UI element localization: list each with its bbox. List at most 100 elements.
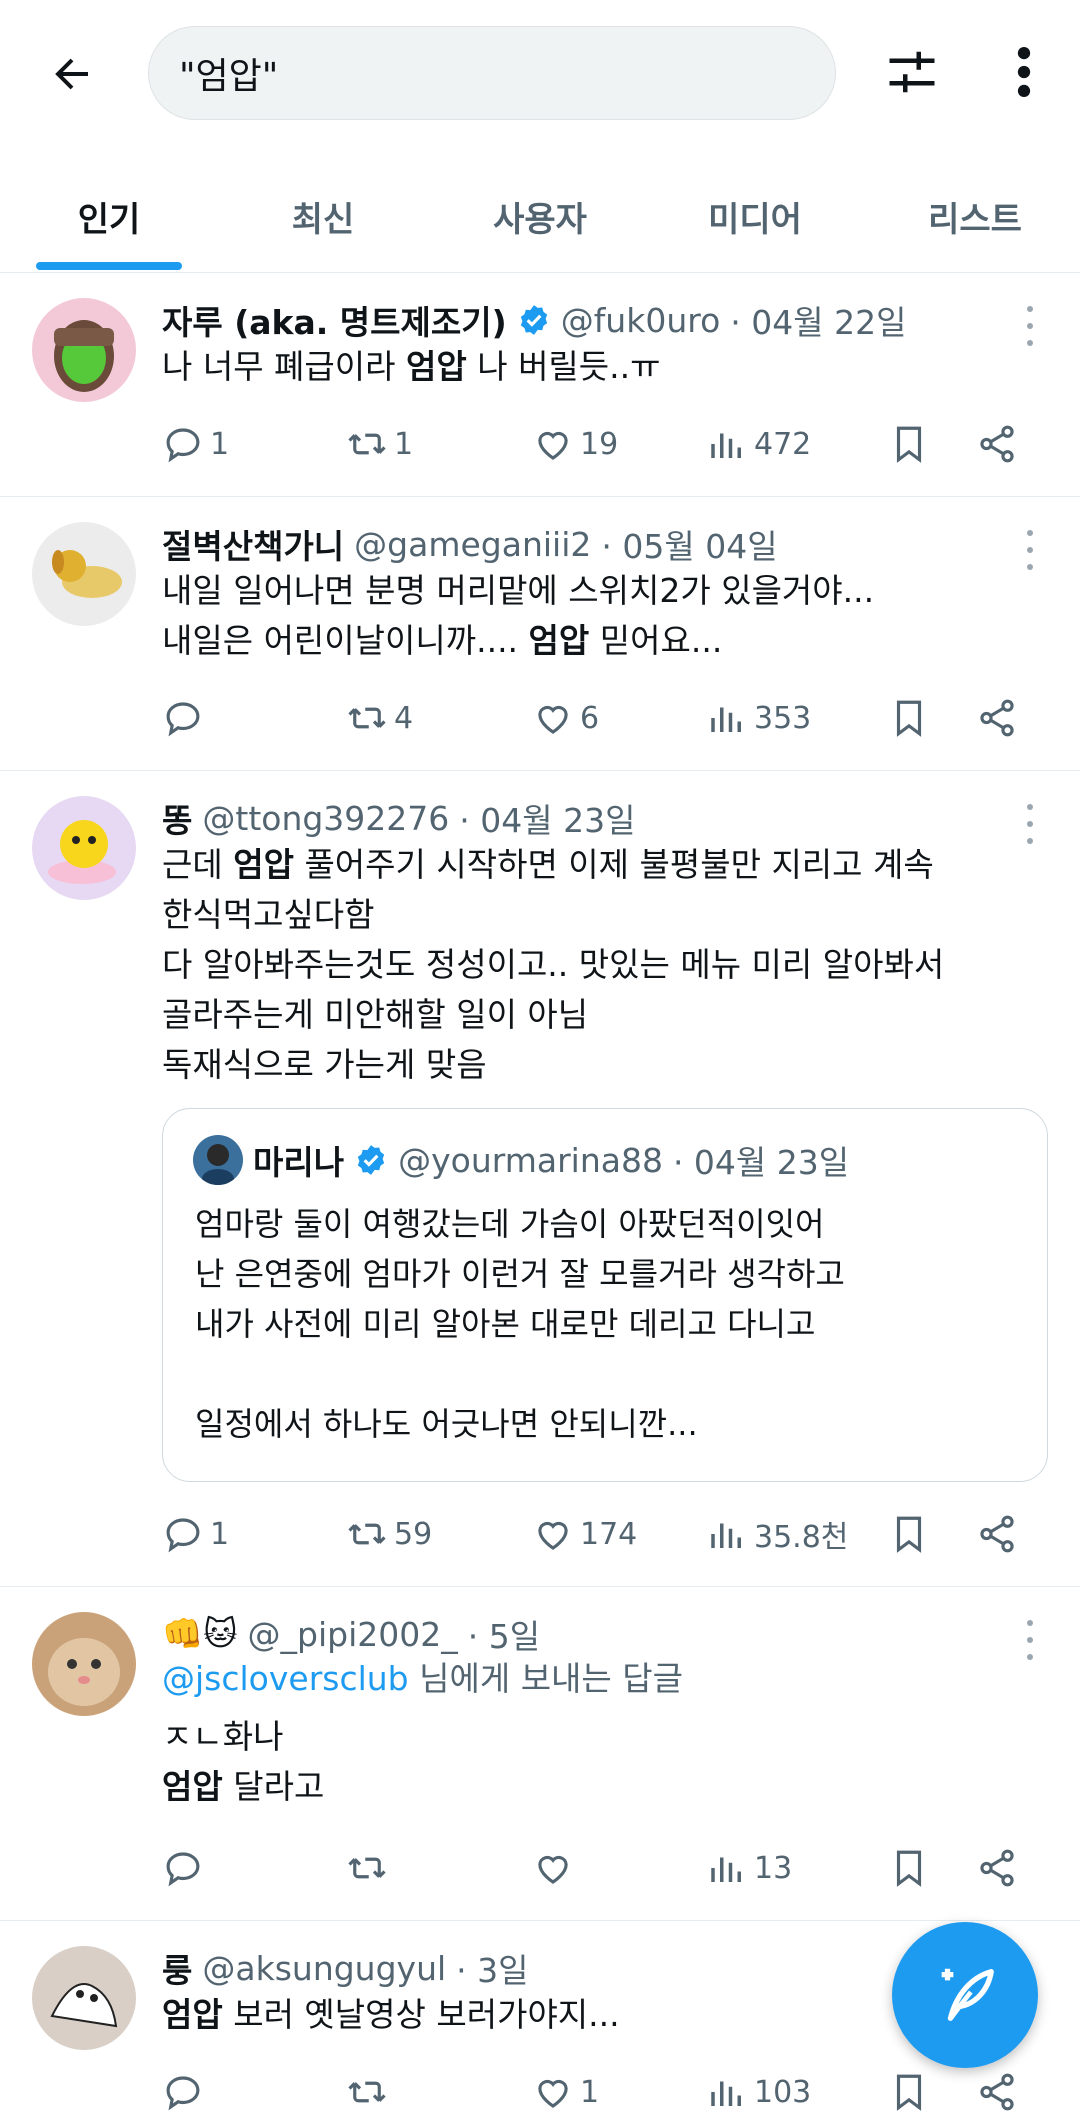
avatar[interactable]	[32, 796, 136, 900]
tab-people[interactable]: 사용자	[460, 160, 620, 272]
text-line: 내가 사전에 미리 알아본 대로만 데리고 다니고	[195, 1305, 816, 1343]
tweet-more-button[interactable]	[1020, 306, 1040, 346]
quoted-tweet-header: 마리나 @yourmarina88 · 04월 23일	[193, 1135, 849, 1185]
tab-top[interactable]: 인기	[36, 160, 182, 272]
reply-button[interactable]	[162, 1838, 210, 1898]
like-button[interactable]: 174	[532, 1504, 637, 1564]
reply-button[interactable]	[162, 2062, 210, 2122]
bookmark-icon	[896, 1850, 922, 1887]
tweet-actions: 4 6 353	[162, 688, 1042, 748]
author-handle[interactable]: @ttong392276	[202, 799, 449, 838]
compose-tweet-button[interactable]	[892, 1922, 1038, 2068]
author-handle[interactable]: @aksungugyul	[202, 1949, 446, 1988]
retweet-button[interactable]: 4	[346, 688, 413, 748]
quoted-avatar	[193, 1135, 243, 1185]
quoted-tweet[interactable]: 마리나 @yourmarina88 · 04월 23일 엄마랑 둘이 여행갔는데…	[162, 1108, 1048, 1482]
bookmark-icon	[896, 426, 922, 463]
tweet[interactable]: 👊🐱 @_pipi2002_ · 5일 @jscloversclub 님에게 보…	[0, 1586, 1080, 1921]
reply-to-link[interactable]: @jscloversclub	[162, 1659, 409, 1698]
back-button[interactable]	[44, 46, 100, 102]
avatar[interactable]	[32, 1946, 136, 2050]
avatar[interactable]	[32, 298, 136, 402]
views-button[interactable]: 353	[706, 688, 811, 748]
author-handle[interactable]: @fuk0uro	[561, 301, 721, 340]
tweet[interactable]: 절벽산책가니 @gameganiii2 · 05월 04일 내일 일어나면 분명…	[0, 496, 1080, 771]
retweet-icon	[348, 707, 386, 729]
bookmark-button[interactable]	[888, 2062, 930, 2122]
share-button[interactable]	[976, 688, 1018, 748]
tweet[interactable]: 똥 @ttong392276 · 04월 23일 근데 엄압 풀어주기 시작하면…	[0, 770, 1080, 1587]
tweet-time: · 3일	[456, 1951, 529, 1990]
bar-chart-icon	[711, 2081, 741, 2106]
reply-icon	[166, 1518, 200, 1553]
tweet-more-button[interactable]	[1020, 530, 1040, 570]
tab-latest[interactable]: 최신	[250, 160, 396, 272]
bookmark-icon	[896, 1516, 922, 1553]
text-line: 난 은연중에 엄마가 이런거 잘 모를거라 생각하고	[195, 1255, 845, 1293]
reply-button[interactable]	[162, 688, 210, 748]
share-button[interactable]	[976, 414, 1018, 474]
share-icon	[980, 1849, 1014, 1887]
retweet-icon	[348, 1857, 386, 1879]
retweet-button[interactable]: 1	[346, 414, 413, 474]
like-button[interactable]	[532, 1838, 580, 1898]
bookmark-icon	[896, 700, 922, 737]
quoted-author-handle: @yourmarina88	[398, 1140, 663, 1180]
quoted-tweet-time: · 04월 23일	[672, 1143, 850, 1182]
text-line: 엄압 달라고	[162, 1767, 325, 1806]
tweet-text: 근데 엄압 풀어주기 시작하면 이제 불평불만 지리고 계속 한식먹고싶다함 다…	[162, 840, 1042, 1090]
author-name[interactable]: 👊🐱	[162, 1614, 238, 1654]
bookmark-button[interactable]	[888, 414, 930, 474]
more-options-button[interactable]	[1000, 40, 1048, 104]
like-button[interactable]: 19	[532, 414, 618, 474]
text-line: ㅈㄴ화나	[162, 1717, 284, 1756]
reply-button[interactable]: 1	[162, 1504, 229, 1564]
author-name[interactable]: 절벽산책가니	[162, 520, 344, 568]
tweet-actions: 13	[162, 1838, 1042, 1898]
tab-media[interactable]: 미디어	[680, 160, 830, 272]
search-tabs: 인기 최신 사용자 미디어 리스트	[0, 160, 1080, 273]
verified-badge-icon	[357, 1145, 385, 1175]
text-line: 근데 엄압 풀어주기 시작하면 이제 불평불만 지리고 계속	[162, 845, 934, 884]
author-name[interactable]: 자루 (aka. 명트제조기)	[162, 296, 507, 344]
tweet-actions: 1 1 19 472	[162, 414, 1042, 474]
tweet-text: 내일 일어나면 분명 머리맡에 스위치2가 있을거야... 내일은 어린이날이니…	[162, 566, 1042, 666]
like-button[interactable]: 1	[532, 2062, 599, 2122]
share-button[interactable]	[976, 2062, 1018, 2122]
tweet-text: 나 너무 폐급이라 엄압 나 버릴듯..ㅠ	[162, 342, 1042, 392]
search-filter-button[interactable]	[880, 40, 944, 104]
views-button[interactable]: 472	[706, 414, 811, 474]
avatar[interactable]	[32, 522, 136, 626]
author-handle[interactable]: @gameganiii2	[354, 525, 591, 564]
text-line: 다 알아봐주는것도 정성이고.. 맛있는 메뉴 미리 알아봐서	[162, 945, 945, 984]
retweet-button[interactable]	[346, 2062, 394, 2122]
views-button[interactable]: 35.8천	[706, 1504, 848, 1564]
tweet-more-button[interactable]	[1020, 804, 1040, 844]
bookmark-button[interactable]	[888, 1504, 930, 1564]
reply-icon	[166, 702, 200, 737]
search-input[interactable]: "엄압"	[148, 26, 836, 120]
bookmark-button[interactable]	[888, 688, 930, 748]
tweet-header: 절벽산책가니 @gameganiii2 · 05월 04일	[162, 520, 778, 568]
like-button[interactable]: 6	[532, 688, 599, 748]
author-name[interactable]: 룽	[162, 1944, 192, 1992]
views-button[interactable]: 13	[706, 1838, 792, 1898]
share-button[interactable]	[976, 1838, 1018, 1898]
views-button[interactable]: 103	[706, 2062, 811, 2122]
retweet-button[interactable]	[346, 1838, 394, 1898]
tab-lists[interactable]: 리스트	[900, 160, 1050, 272]
reply-context: @jscloversclub 님에게 보내는 답글	[162, 1659, 683, 1698]
share-button[interactable]	[976, 1504, 1018, 1564]
author-name[interactable]: 똥	[162, 794, 192, 842]
avatar[interactable]	[32, 1612, 136, 1716]
share-icon	[980, 1515, 1014, 1553]
retweet-button[interactable]: 59	[346, 1504, 432, 1564]
tweet[interactable]: 자루 (aka. 명트제조기) @fuk0uro · 04월 22일 나 너무 …	[0, 272, 1080, 497]
text-line: 내일 일어나면 분명 머리맡에 스위치2가 있을거야...	[162, 571, 875, 610]
reply-button[interactable]: 1	[162, 414, 229, 474]
share-icon	[980, 2073, 1014, 2111]
author-handle[interactable]: @_pipi2002_	[248, 1615, 458, 1654]
heart-icon	[538, 2079, 568, 2108]
bookmark-button[interactable]	[888, 1838, 930, 1898]
text-line: 독재식으로 가는게 맞음	[162, 1045, 487, 1084]
